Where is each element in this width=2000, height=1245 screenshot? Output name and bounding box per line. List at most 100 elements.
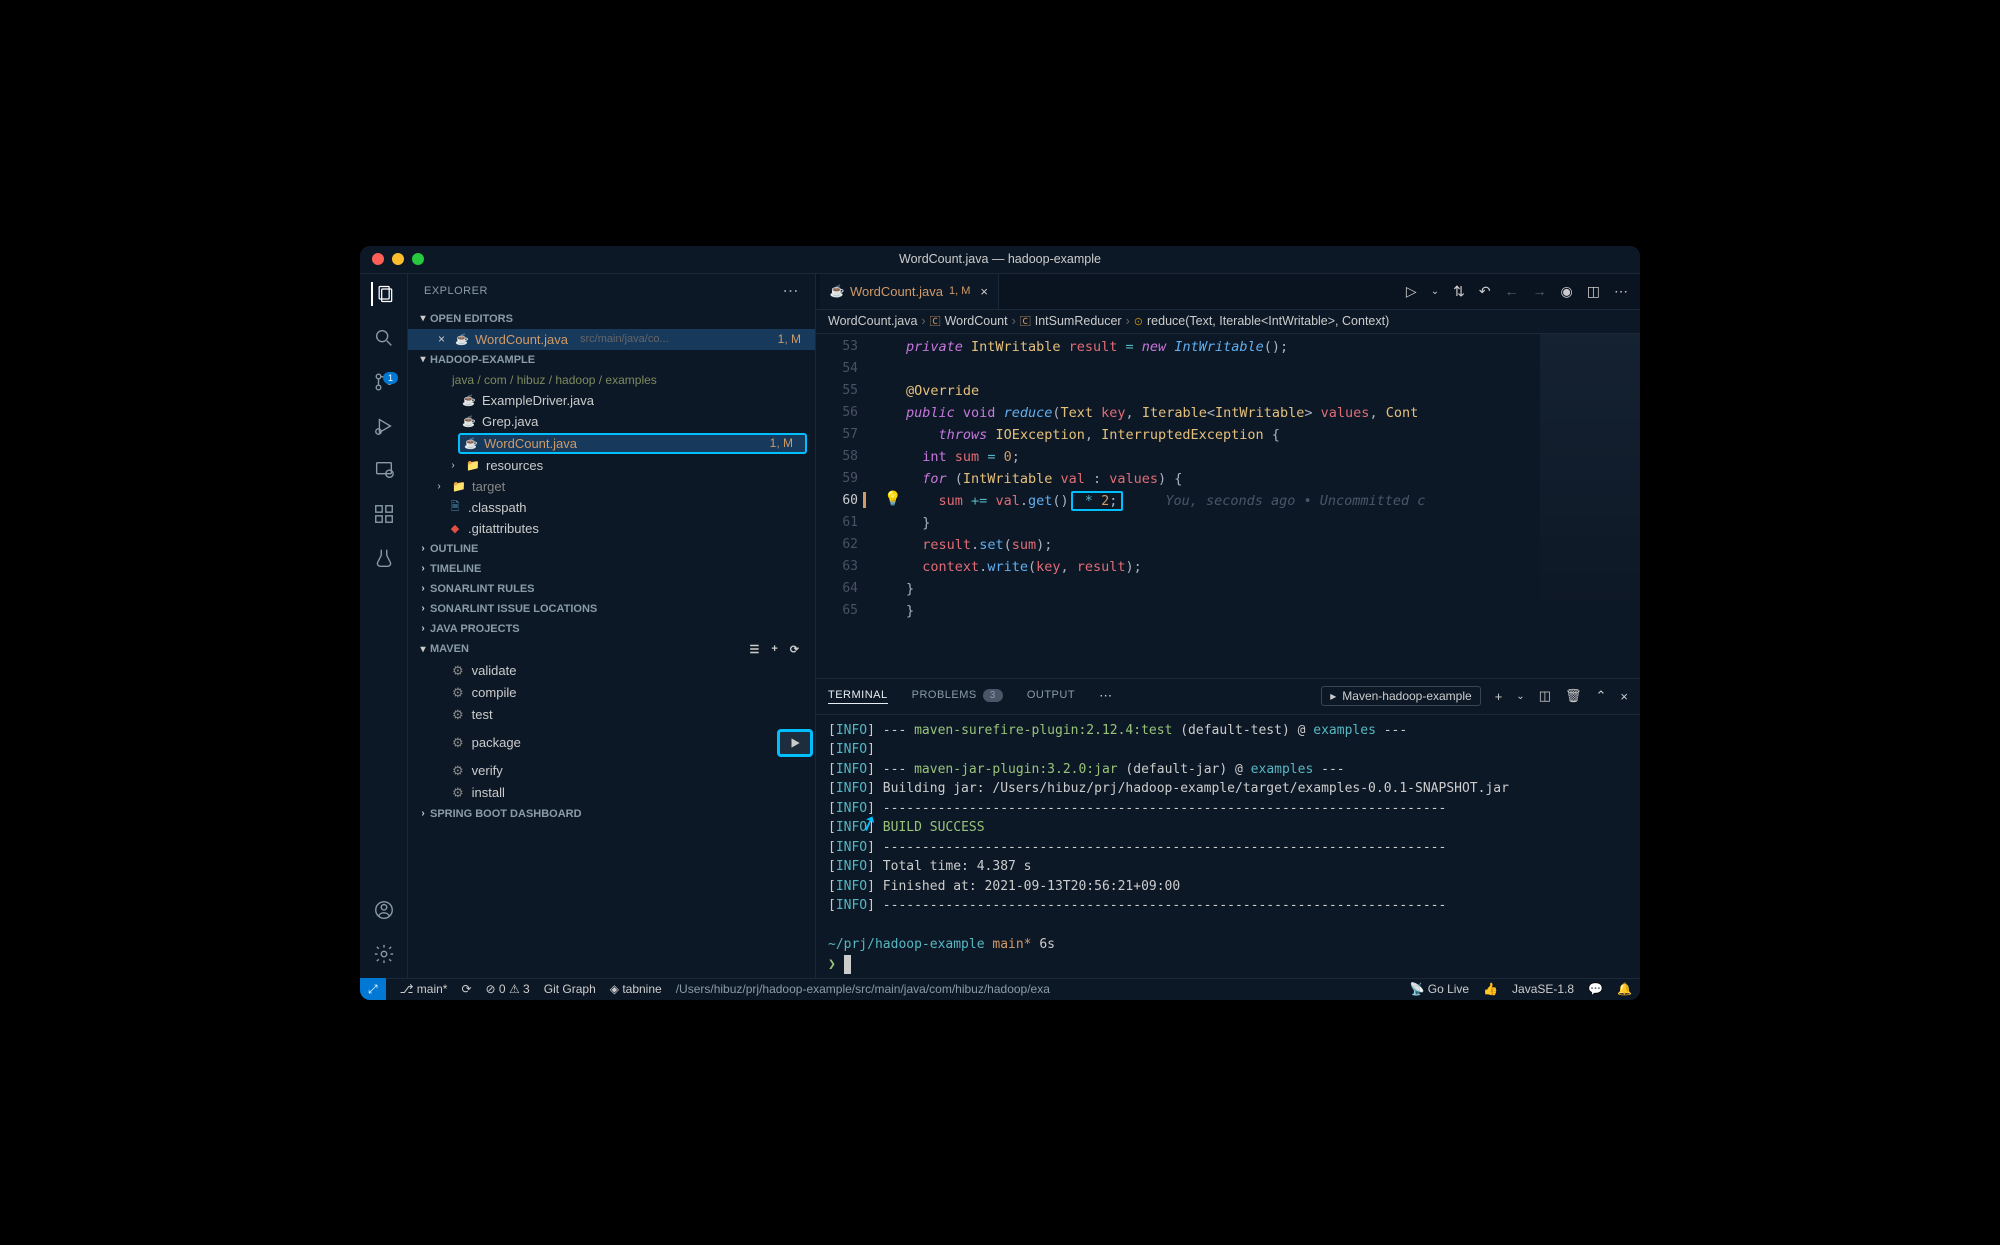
refresh-icon[interactable]: ⟳ [790, 643, 799, 656]
branch-indicator[interactable]: ⎇ main* [400, 982, 448, 996]
remote-activity-icon[interactable] [372, 458, 396, 482]
terminal-output[interactable]: [INFO] --- maven-surefire-plugin:2.12.4:… [816, 715, 1640, 978]
breadcrumb[interactable]: WordCount.java› 🄲WordCount› 🄲IntSumReduc… [816, 310, 1640, 334]
file-grep[interactable]: ☕ Grep.java [408, 411, 815, 432]
open-editors-section[interactable]: ▾ OPEN EDITORS [408, 309, 815, 329]
compare-icon[interactable]: ⇅ [1453, 283, 1465, 300]
kill-terminal-icon[interactable]: 🗑 [1565, 688, 1582, 704]
editor-tabs: ☕ WordCount.java 1, M × ▷ ⌄ ⇅ ↶ ← → ◉ ◫ … [816, 274, 1640, 310]
method-icon: ⊙ [1134, 315, 1143, 328]
maven-goal-verify[interactable]: ⚙verify [408, 760, 815, 782]
terminal-selector[interactable]: ▸ Maven-hadoop-example [1321, 686, 1480, 706]
test-activity-icon[interactable] [372, 546, 396, 570]
file-exampledriver[interactable]: ☕ ExampleDriver.java [408, 390, 815, 411]
panel-more-icon[interactable]: ⋯ [1099, 688, 1112, 704]
debug-activity-icon[interactable] [372, 414, 396, 438]
file-gitattributes[interactable]: ◆ .gitattributes [408, 518, 815, 539]
maven-section[interactable]: ▾MAVEN ☰ + ⟳ [408, 639, 815, 660]
folder-resources[interactable]: › 📁 resources [408, 455, 815, 476]
sonarlint-issues-section[interactable]: ›SONARLINT ISSUE LOCATIONS [408, 599, 815, 619]
sync-icon[interactable]: ⟳ [461, 982, 471, 996]
tab-wordcount[interactable]: ☕ WordCount.java 1, M × [820, 274, 999, 309]
sonarlint-rules-section[interactable]: ›SONARLINT RULES [408, 579, 815, 599]
remote-indicator[interactable]: ⤢ [360, 978, 386, 1000]
split-terminal-icon[interactable]: ◫ [1539, 688, 1551, 704]
folder-icon: 📁 [452, 479, 466, 493]
close-panel-icon[interactable]: × [1620, 689, 1628, 704]
bc-method[interactable]: reduce(Text, Iterable<IntWritable>, Cont… [1147, 314, 1389, 328]
explorer-activity-icon[interactable] [371, 282, 395, 306]
prev-icon[interactable]: ← [1505, 283, 1519, 299]
more-icon[interactable]: ⋯ [1614, 283, 1628, 300]
maven-goal-install[interactable]: ⚙install [408, 782, 815, 804]
outline-section[interactable]: ›OUTLINE [408, 539, 815, 559]
accounts-icon[interactable] [372, 898, 396, 922]
settings-gear-icon[interactable] [372, 942, 396, 966]
spring-section[interactable]: ›SPRING BOOT DASHBOARD [408, 804, 815, 824]
maven-goal-compile[interactable]: ⚙compile [408, 682, 815, 704]
line-gutter: 53545556575859 606162636465 [816, 334, 876, 678]
folder-icon: 📁 [466, 458, 480, 472]
close-tab-icon[interactable]: × [980, 284, 988, 299]
search-activity-icon[interactable] [372, 326, 396, 350]
file-label: WordCount.java [484, 436, 577, 451]
code-editor[interactable]: 53545556575859 606162636465 💡 private In… [816, 334, 1640, 678]
close-icon[interactable]: × [438, 332, 445, 346]
file-classpath[interactable]: 🗎 .classpath [408, 497, 815, 518]
terminal-tab[interactable]: TERMINAL [828, 689, 888, 704]
tabnine-item[interactable]: ◈ tabnine [610, 982, 662, 996]
file-label: .gitattributes [468, 521, 539, 536]
maven-goal-validate[interactable]: ⚙validate [408, 660, 815, 682]
run-package-annotation[interactable] [777, 729, 813, 757]
explorer-more-icon[interactable]: ⋯ [783, 281, 800, 301]
plus-icon[interactable]: + [771, 643, 777, 656]
minimize-window-button[interactable] [392, 253, 404, 265]
java-projects-section[interactable]: ›JAVA PROJECTS [408, 619, 815, 639]
close-window-button[interactable] [372, 253, 384, 265]
bc-inner[interactable]: IntSumReducer [1035, 314, 1122, 328]
maximize-panel-icon[interactable]: ⌃ [1596, 688, 1607, 704]
next-icon[interactable]: → [1533, 283, 1547, 299]
code-content[interactable]: private IntWritable result = new IntWrit… [876, 334, 1640, 678]
package-path[interactable]: java / com / hibuz / hadoop / examples [408, 370, 815, 390]
toggle-icon[interactable]: ◉ [1561, 283, 1573, 300]
git-blame: You, seconds ago • Uncommitted c [1165, 493, 1425, 509]
golive-item[interactable]: 📡 Go Live [1409, 982, 1469, 996]
thumbs-icon[interactable]: 👍 [1483, 982, 1498, 996]
problems-tab[interactable]: PROBLEMS3 [912, 689, 1003, 703]
folder-target[interactable]: › 📁 target [408, 476, 815, 497]
list-icon[interactable]: ☰ [749, 643, 759, 656]
folder-label: target [472, 479, 505, 494]
file-label: Grep.java [482, 414, 538, 429]
scm-activity-icon[interactable]: 1 [372, 370, 396, 394]
bc-class[interactable]: WordCount [945, 314, 1008, 328]
timeline-section[interactable]: ›TIMELINE [408, 559, 815, 579]
split-editor-icon[interactable]: ◫ [1587, 283, 1600, 300]
panel-tabs: TERMINAL PROBLEMS3 OUTPUT ⋯ ▸ Maven-hado… [816, 679, 1640, 715]
terminal-dropdown-icon[interactable]: ⌄ [1516, 691, 1524, 702]
workspace-section[interactable]: ▾ HADOOP-EXAMPLE [408, 350, 815, 370]
maven-goal-package[interactable]: ⚙package [408, 726, 815, 760]
run-button[interactable]: ▷ [1406, 283, 1417, 300]
file-wordcount-selected[interactable]: ☕ WordCount.java 1, M [458, 433, 807, 454]
gear-icon: ⚙ [452, 735, 464, 751]
open-editor-wordcount[interactable]: × ☕ WordCount.java src/main/java/co... 1… [408, 329, 815, 350]
activity-bar: 1 [360, 274, 408, 978]
extensions-activity-icon[interactable] [372, 502, 396, 526]
maven-goal-test[interactable]: ⚙test [408, 704, 815, 726]
bottom-panel: TERMINAL PROBLEMS3 OUTPUT ⋯ ▸ Maven-hado… [816, 678, 1640, 978]
revert-icon[interactable]: ↶ [1479, 283, 1491, 300]
bell-icon[interactable]: 🔔 [1617, 982, 1632, 996]
maven-actions: ☰ + ⟳ [749, 643, 807, 656]
output-tab[interactable]: OUTPUT [1027, 689, 1075, 703]
maximize-window-button[interactable] [412, 253, 424, 265]
run-dropdown-icon[interactable]: ⌄ [1431, 286, 1439, 297]
new-terminal-icon[interactable]: + [1495, 689, 1503, 704]
java-runtime-item[interactable]: JavaSE-1.8 [1512, 982, 1574, 996]
gitgraph-item[interactable]: Git Graph [544, 982, 596, 996]
bc-file[interactable]: WordCount.java [828, 314, 917, 328]
errors-warnings[interactable]: ⊘ 0 ⚠ 3 [486, 982, 530, 996]
feedback-icon[interactable]: 💬 [1588, 982, 1603, 996]
java-file-icon: ☕ [455, 332, 469, 346]
minimap[interactable] [1540, 334, 1640, 614]
